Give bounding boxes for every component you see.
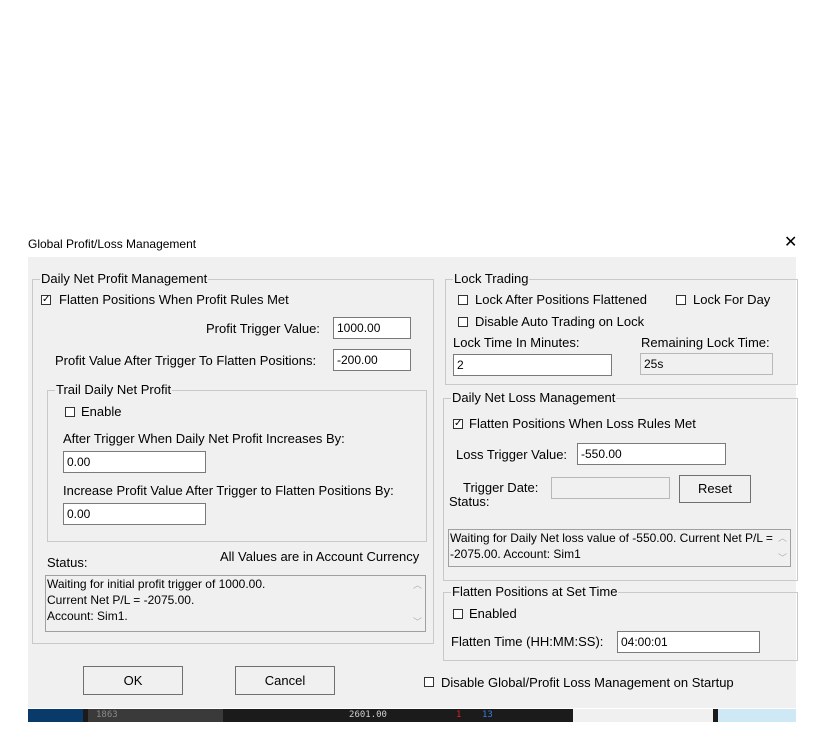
loss-flatten-checkbox[interactable]: ✓ [453,419,463,429]
trigger-date-field [551,477,670,499]
profit-status-label: Status: [47,555,88,570]
disable-startup-label: Disable Global/Profit Loss Management on… [441,675,734,690]
profit-status-scrollbar[interactable]: ︿ ﹀ [410,576,425,631]
loss-trigger-label: Loss Trigger Value: [456,447,568,462]
loss-status-text: Waiting for Daily Net loss value of -550… [450,531,773,561]
strip-value-c: 1 [456,710,462,720]
close-icon[interactable]: ✕ [784,234,797,252]
trail-inc-flatten-label: Increase Profit Value After Trigger to F… [63,483,394,498]
disable-auto-checkbox[interactable] [458,317,468,327]
window-title: Global Profit/Loss Management [28,237,197,251]
lock-minutes-input[interactable]: 2 [453,354,612,376]
dialog-body: Daily Net Profit Management ✓ Flatten Po… [28,257,798,708]
strip-value-d: 13 [482,710,493,720]
flatten-time-label: Flatten Time (HH:MM:SS): [451,634,604,649]
background-chart-strip: 1863 2601.00 1 13 [28,709,796,722]
profit-flatten-checkbox[interactable]: ✓ [41,295,51,305]
scroll-down-icon[interactable]: ﹀ [775,551,790,565]
loss-trigger-input[interactable]: -550.00 [577,443,726,465]
trail-inc-flatten-input[interactable]: 0.00 [63,503,206,525]
flatten-time-legend: Flatten Positions at Set Time [452,584,618,599]
profit-status-text: Waiting for initial profit trigger of 10… [47,577,266,623]
flatten-time-enabled-checkbox[interactable] [453,609,463,619]
profit-flatten-label: Flatten Positions When Profit Rules Met [59,292,289,307]
profit-legend: Daily Net Profit Management [41,271,208,286]
profit-trigger-input[interactable]: 1000.00 [333,317,411,339]
reset-button[interactable]: Reset [679,475,751,503]
profit-status-box[interactable]: Waiting for initial profit trigger of 10… [45,575,426,632]
trail-increase-input[interactable]: 0.00 [63,451,206,473]
trail-enable-label: Enable [81,404,122,419]
strip-value-b: 2601.00 [349,710,387,720]
strip-segment [718,709,796,722]
loss-status-box[interactable]: Waiting for Daily Net loss value of -550… [448,529,791,567]
ok-button[interactable]: OK [83,666,183,695]
disable-auto-label: Disable Auto Trading on Lock [475,314,645,329]
cancel-button[interactable]: Cancel [235,666,335,695]
scroll-down-icon[interactable]: ﹀ [410,615,425,629]
disable-startup-checkbox[interactable] [424,677,434,687]
trail-increase-label: After Trigger When Daily Net Profit Incr… [63,431,345,446]
lock-for-day-label: Lock For Day [693,292,771,307]
loss-legend: Daily Net Loss Management [452,390,616,405]
loss-status-label: Status: [449,494,490,509]
loss-flatten-label: Flatten Positions When Loss Rules Met [469,416,696,431]
flatten-time-enabled-label: Enabled [469,606,517,621]
strip-segment [28,709,83,722]
trail-legend: Trail Daily Net Profit [56,382,172,397]
strip-segment [573,709,713,722]
strip-value-a: 1863 [88,709,223,722]
trail-enable-checkbox[interactable] [65,407,75,417]
flatten-time-input[interactable]: 04:00:01 [617,631,760,653]
loss-status-scrollbar[interactable]: ︿ ﹀ [775,530,790,566]
lock-minutes-label: Lock Time In Minutes: [453,335,580,350]
lock-for-day-checkbox[interactable] [676,295,686,305]
profit-trigger-label: Profit Trigger Value: [206,321,320,336]
lock-after-flat-checkbox[interactable] [458,295,468,305]
remaining-value: 25s [640,353,773,375]
scroll-up-icon[interactable]: ︿ [410,578,425,592]
remaining-label: Remaining Lock Time: [641,335,770,350]
currency-note: All Values are in Account Currency [220,549,420,564]
profit-after-label: Profit Value After Trigger To Flatten Po… [55,353,317,368]
profit-after-input[interactable]: -200.00 [333,349,411,371]
scroll-up-icon[interactable]: ︿ [775,531,790,545]
lock-legend: Lock Trading [454,271,529,286]
lock-after-flat-label: Lock After Positions Flattened [475,292,647,307]
